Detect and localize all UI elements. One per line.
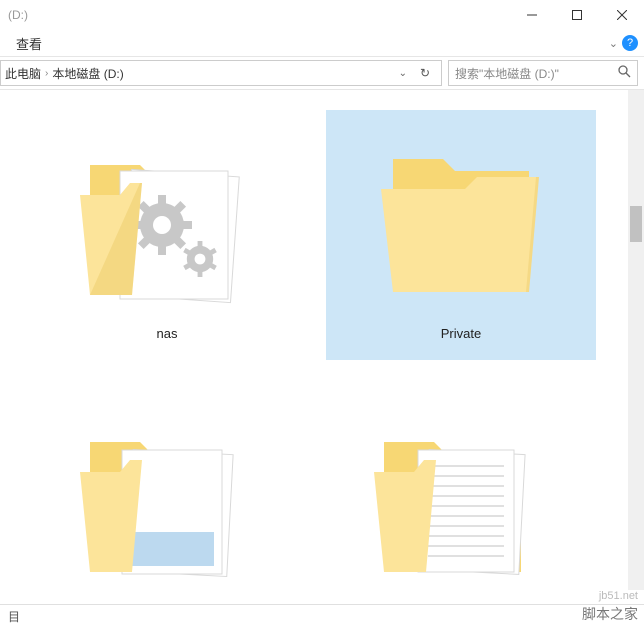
minimize-button[interactable] — [509, 0, 554, 30]
content-area: nas Private — [0, 90, 644, 590]
menu-view[interactable]: 查看 — [16, 34, 42, 53]
watermark-site: 脚本之家 — [582, 604, 638, 624]
folder-item[interactable] — [32, 380, 302, 590]
window-title: (D:) — [8, 8, 28, 22]
items-grid: nas Private — [0, 90, 644, 590]
folder-icon — [361, 130, 561, 320]
breadcrumb-dropdown-icon[interactable]: ⌄ — [393, 68, 413, 79]
address-bar: 此电脑 › 本地磁盘 (D:) ⌄ ↻ 搜索"本地磁盘 (D:)" — [0, 56, 644, 90]
window-controls — [509, 0, 644, 30]
search-input[interactable]: 搜索"本地磁盘 (D:)" — [448, 60, 638, 86]
breadcrumb[interactable]: 此电脑 › 本地磁盘 (D:) ⌄ ↻ — [0, 60, 442, 86]
folder-icon — [361, 407, 561, 590]
folder-icon — [67, 407, 267, 590]
folder-item[interactable] — [326, 380, 596, 590]
ribbon-expand-icon[interactable]: ⌄ — [609, 37, 618, 50]
title-bar: (D:) — [0, 0, 644, 30]
folder-label: nas — [157, 326, 178, 341]
folder-label: Private — [441, 326, 481, 341]
status-bar: 目 脚本之家 — [0, 604, 644, 628]
menu-bar: 查看 ⌄ ? — [0, 30, 644, 56]
folder-icon — [67, 130, 267, 320]
scrollbar-thumb[interactable] — [630, 206, 642, 242]
search-icon — [618, 65, 631, 81]
breadcrumb-pc[interactable]: 此电脑 — [5, 65, 41, 82]
folder-item[interactable]: Private — [326, 110, 596, 360]
chevron-right-icon: › — [41, 68, 52, 79]
watermark-url: jb51.net — [599, 590, 638, 602]
help-icon[interactable]: ? — [622, 35, 638, 51]
scrollbar[interactable] — [628, 90, 644, 590]
search-placeholder: 搜索"本地磁盘 (D:)" — [455, 65, 559, 82]
breadcrumb-drive[interactable]: 本地磁盘 (D:) — [52, 65, 123, 82]
status-text: 目 — [8, 608, 20, 625]
close-button[interactable] — [599, 0, 644, 30]
maximize-button[interactable] — [554, 0, 599, 30]
folder-item[interactable]: nas — [32, 110, 302, 360]
refresh-icon[interactable]: ↻ — [413, 66, 437, 80]
